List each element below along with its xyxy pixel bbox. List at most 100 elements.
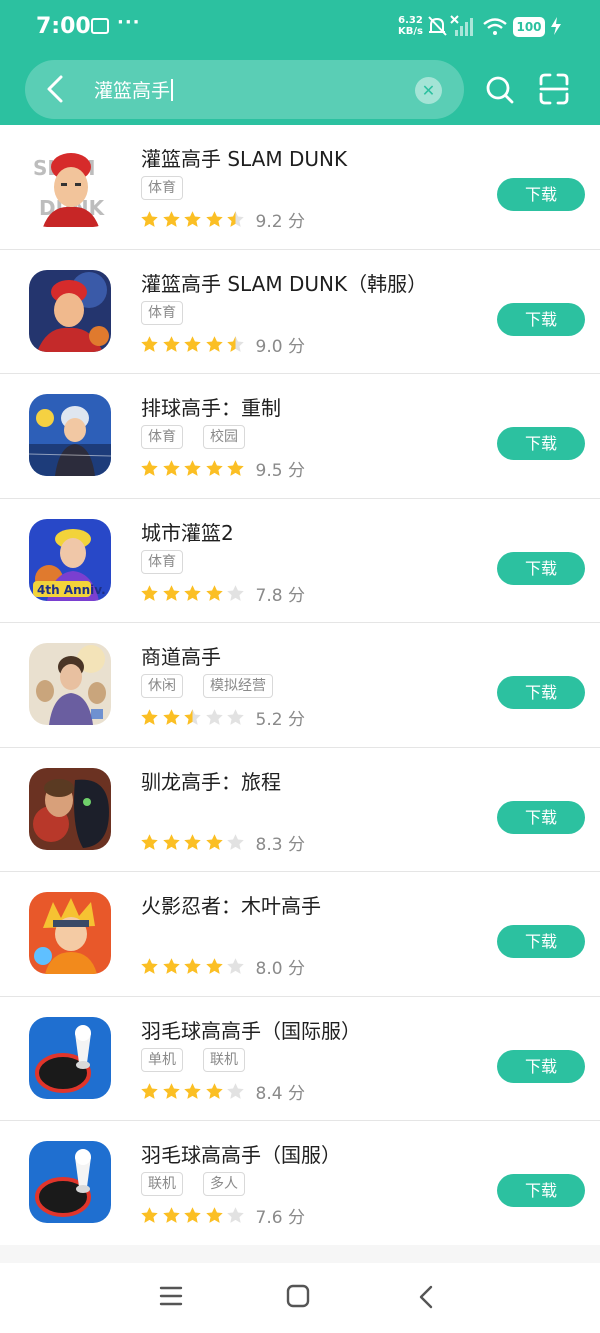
star-half-icon — [227, 335, 244, 352]
star-filled-icon — [141, 1207, 158, 1223]
dragon-trainer-icon[interactable] — [29, 767, 111, 850]
search-input[interactable]: 灌篮高手 — [94, 76, 174, 103]
star-rating — [140, 956, 248, 975]
city-dunk-icon[interactable]: 4th Anniv. — [29, 518, 111, 601]
tags: 体育 — [141, 549, 203, 574]
tag[interactable]: 休闲 — [141, 674, 183, 698]
star-filled-icon — [184, 460, 201, 476]
rating: 5.2 分 — [140, 705, 305, 730]
slam-dunk-icon[interactable]: SLAM DUNK — [29, 145, 111, 227]
list-item[interactable]: 火影忍者：木叶高手 8.0 分 下载 — [0, 872, 600, 997]
star-rating — [140, 832, 248, 851]
app-name[interactable]: 灌篮高手 SLAM DUNK — [141, 143, 347, 172]
app-name[interactable]: 驯龙高手：旅程 — [141, 766, 281, 795]
tags: 休闲 模拟经营 — [141, 674, 293, 698]
tag[interactable]: 多人 — [203, 1172, 245, 1196]
tag[interactable]: 模拟经营 — [203, 674, 273, 698]
rating-score: 8.4 分 — [255, 1083, 305, 1104]
star-filled-icon — [141, 958, 158, 974]
app-name[interactable]: 羽毛球高高手（国际服） — [141, 1015, 361, 1044]
list-item[interactable]: 4th Anniv. 城市灌篮2 体育 7.8 分 下载 — [0, 499, 600, 623]
clear-icon[interactable]: ✕ — [415, 77, 442, 104]
star-empty-icon — [227, 584, 244, 601]
download-button[interactable]: 下载 — [497, 178, 585, 211]
tag[interactable]: 联机 — [203, 1047, 245, 1072]
back-icon[interactable] — [42, 73, 70, 105]
star-filled-icon — [205, 1082, 223, 1099]
menu-icon[interactable] — [159, 1285, 183, 1307]
badminton-cn-icon[interactable] — [29, 1141, 111, 1223]
tag[interactable]: 校园 — [203, 425, 245, 449]
star-filled-icon — [205, 958, 223, 974]
list-item[interactable]: SLAM DUNK 灌篮高手 SLAM DUNK 体育 9.2 分 下载 — [0, 125, 600, 250]
text-caret — [171, 79, 174, 101]
list-item[interactable]: 商道高手 休闲 模拟经营 5.2 分 下载 — [0, 623, 600, 748]
app-name[interactable]: 排球高手：重制 — [141, 392, 281, 421]
rating: 8.4 分 — [140, 1079, 305, 1104]
download-button[interactable]: 下载 — [497, 676, 585, 709]
search-icon[interactable] — [486, 75, 514, 105]
rating: 9.2 分 — [140, 207, 305, 232]
mute-bell-icon — [428, 16, 447, 36]
list-item[interactable]: 灌篮高手 SLAM DUNK（韩服） 体育 9.0 分 下载 — [0, 250, 600, 374]
download-button[interactable]: 下载 — [497, 1174, 585, 1207]
rating: 8.3 分 — [140, 830, 305, 855]
star-rating — [140, 1081, 248, 1100]
rating: 9.5 分 — [140, 456, 305, 481]
scan-icon[interactable] — [539, 73, 569, 105]
app-name[interactable]: 商道高手 — [141, 641, 221, 670]
svg-text:4th Anniv.: 4th Anniv. — [37, 583, 106, 597]
tag[interactable]: 体育 — [141, 549, 183, 574]
tag[interactable]: 联机 — [141, 1172, 183, 1196]
star-filled-icon — [162, 584, 180, 601]
business-master-icon[interactable] — [29, 643, 111, 725]
battery-icon: 100 — [513, 17, 545, 37]
download-button[interactable]: 下载 — [497, 551, 585, 585]
star-empty-icon — [227, 833, 244, 850]
star-filled-icon — [141, 833, 158, 850]
star-filled-icon — [205, 335, 223, 352]
download-button[interactable]: 下载 — [497, 925, 585, 958]
badminton-global-icon[interactable] — [29, 1016, 111, 1099]
list-item[interactable]: 排球高手：重制 体育 校园 9.5 分 下载 — [0, 374, 600, 499]
list-item[interactable]: 羽毛球高高手（国际服） 单机 联机 8.4 分 下载 — [0, 997, 600, 1121]
rating: 7.8 分 — [140, 581, 305, 606]
star-filled-icon — [162, 335, 180, 352]
tag[interactable]: 体育 — [141, 176, 183, 200]
notification-card-icon — [91, 18, 109, 34]
app-name[interactable]: 灌篮高手 SLAM DUNK（韩服） — [141, 268, 427, 297]
nav-back-icon[interactable] — [416, 1284, 436, 1310]
volleyball-icon[interactable] — [29, 394, 111, 476]
rating: 9.0 分 — [140, 332, 305, 357]
star-rating — [140, 1205, 248, 1224]
search-box[interactable] — [25, 60, 464, 119]
naruto-icon[interactable] — [29, 892, 111, 974]
list-item[interactable]: 驯龙高手：旅程 8.3 分 下载 — [0, 748, 600, 872]
charging-icon — [551, 17, 561, 35]
slam-dunk-kr-icon[interactable] — [29, 269, 111, 352]
app-name[interactable]: 火影忍者：木叶高手 — [141, 890, 321, 919]
star-empty-icon — [227, 1082, 244, 1099]
app-name[interactable]: 羽毛球高高手（国服） — [141, 1139, 341, 1168]
home-icon[interactable] — [286, 1284, 310, 1308]
download-button[interactable]: 下载 — [497, 800, 585, 834]
rating-score: 9.0 分 — [255, 336, 305, 357]
download-button[interactable]: 下载 — [497, 302, 585, 336]
star-rating — [140, 707, 248, 726]
star-filled-icon — [184, 211, 201, 227]
tag[interactable]: 体育 — [141, 425, 183, 449]
star-filled-icon — [205, 833, 223, 850]
download-button[interactable]: 下载 — [497, 427, 585, 460]
star-filled-icon — [141, 460, 158, 476]
list-item[interactable]: 羽毛球高高手（国服） 联机 多人 7.6 分 下载 — [0, 1121, 600, 1246]
signal-off-icon — [450, 15, 473, 36]
star-half-icon — [184, 709, 201, 725]
download-button[interactable]: 下载 — [497, 1049, 585, 1083]
star-filled-icon — [162, 833, 180, 850]
star-half-icon — [227, 211, 244, 227]
tag[interactable]: 体育 — [141, 300, 183, 325]
tag[interactable]: 单机 — [141, 1047, 183, 1072]
star-filled-icon — [162, 709, 180, 725]
star-filled-icon — [162, 958, 180, 974]
app-name[interactable]: 城市灌篮2 — [141, 517, 234, 546]
